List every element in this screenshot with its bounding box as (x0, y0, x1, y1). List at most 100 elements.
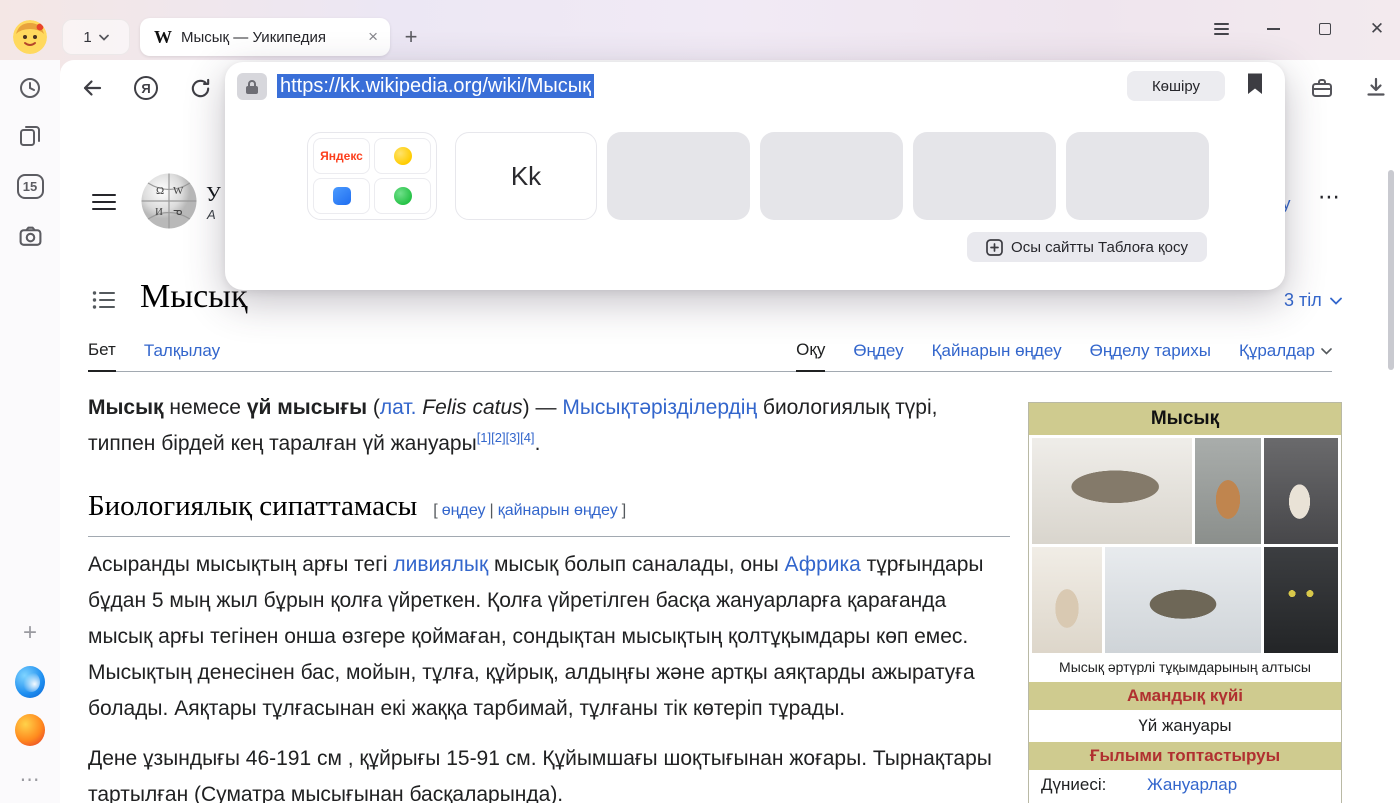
text-run: мысық болып саналады, оны (488, 553, 784, 576)
lock-icon[interactable] (237, 73, 267, 100)
cat-photo-4[interactable] (1032, 547, 1102, 653)
tablo-tile-empty-3[interactable] (913, 132, 1056, 220)
tab-talk[interactable]: Талқылау (144, 341, 220, 371)
close-button[interactable]: ✕ (1368, 20, 1386, 38)
tablo-tile-current-site[interactable]: Kk (455, 132, 597, 220)
ref-link-4[interactable]: [4] (520, 430, 534, 445)
ref-link-1[interactable]: [1] (477, 430, 491, 445)
cat-photo-1[interactable] (1032, 438, 1192, 544)
tablo-tile-empty-2[interactable] (760, 132, 903, 220)
notes-counter-value: 15 (17, 174, 44, 199)
cat-photo-6[interactable] (1264, 547, 1338, 653)
tabs-panel-icon[interactable] (15, 121, 45, 151)
tablo-tile-yandex[interactable]: Яндекс (307, 132, 437, 220)
wikipedia-logo[interactable]: Ω W И ᓀ (140, 172, 198, 230)
browser-tab-wikipedia[interactable]: W Мысық — Уикипедия × (140, 18, 390, 56)
wiki-menu-icon[interactable] (92, 194, 116, 210)
browser-menu-icon[interactable] (1212, 20, 1230, 38)
browser-window: 1 W Мысық — Уикипедия × + ✕ 1 (0, 0, 1400, 803)
kingdom-link[interactable]: Жануарлар (1147, 775, 1237, 795)
tab-edit[interactable]: Өңдеу (853, 341, 903, 371)
downloads-icon[interactable] (1362, 74, 1390, 102)
tab-read[interactable]: Оқу (796, 340, 825, 372)
url-selected-text[interactable]: https://kk.wikipedia.org/wiki/Мысық (277, 74, 594, 98)
taxonomy-label: Дүниесі: (1041, 775, 1147, 795)
browser-sidebar: 15 + ⋯ (0, 60, 60, 803)
tab-article[interactable]: Бет (88, 340, 116, 372)
header-more-icon[interactable]: ⋯ (1318, 184, 1341, 210)
section-title: Биологиялық сипаттамасы (88, 490, 417, 522)
latin-link[interactable]: лат. (380, 396, 417, 419)
svg-text:ᓀ: ᓀ (173, 206, 182, 218)
browser-topbar: 1 W Мысық — Уикипедия × + ✕ (0, 0, 1400, 60)
body-paragraph: Асыранды мысықтың арғы тегі ливиялық мыс… (88, 547, 1010, 727)
tab-close-icon[interactable]: × (366, 27, 380, 47)
messenger-service-icon[interactable] (313, 178, 370, 214)
reload-icon[interactable] (186, 74, 214, 102)
felidae-link[interactable]: Мысықтәрізділердің (562, 396, 757, 419)
tab-history[interactable]: Өңделу тарихы (1090, 341, 1211, 371)
tablo-tile-empty-1[interactable] (607, 132, 750, 220)
address-bar[interactable]: https://kk.wikipedia.org/wiki/Мысық (277, 72, 594, 100)
yandex-services-tile[interactable]: Яндекс (313, 138, 370, 174)
tablo-tile-empty-4[interactable] (1066, 132, 1209, 220)
profile-sphere-icon[interactable] (15, 715, 45, 745)
edit-source-link[interactable]: қайнарын өңдеу (498, 502, 618, 519)
tab-counter-value: 1 (83, 29, 91, 46)
language-count-label: 3 тіл (1284, 290, 1322, 311)
ref-link-2[interactable]: [2] (491, 430, 505, 445)
omnibox-dropdown: https://kk.wikipedia.org/wiki/Мысық Көші… (225, 62, 1285, 290)
wikipedia-favicon: W (154, 27, 172, 48)
yandex-search-icon[interactable]: Я (132, 74, 160, 102)
yandex-browser-icon[interactable] (15, 667, 45, 697)
tab-counter[interactable]: 1 (62, 19, 130, 55)
bookmark-icon[interactable] (1246, 72, 1264, 101)
africa-link[interactable]: Африка (785, 553, 861, 576)
screenshot-icon[interactable] (15, 221, 45, 251)
minimize-button[interactable] (1264, 20, 1282, 38)
chevron-down-icon (1330, 297, 1342, 305)
infobox-caption: Мысық әртүрлі тұқымдарының алтысы (1029, 656, 1341, 682)
tab-tools[interactable]: Құралдар (1239, 341, 1332, 371)
cat-photo-3[interactable] (1264, 438, 1338, 544)
add-to-tablo-button[interactable]: Осы сайтты Таблоға қосу (967, 232, 1207, 262)
new-tab-button[interactable]: + (398, 24, 424, 50)
libyan-cat-link[interactable]: ливиялық (393, 553, 488, 576)
sidebar-add-icon[interactable]: + (15, 618, 45, 648)
cat-photo-5[interactable] (1105, 547, 1261, 653)
page-scrollbar[interactable] (1388, 170, 1394, 370)
body-paragraph: Дене ұзындығы 46-191 см , құйрығы 15-91 … (88, 741, 1010, 803)
history-icon[interactable] (15, 73, 45, 103)
text-run: тұрғындары бұдан 5 мың жыл бұрын қолға ү… (88, 553, 984, 720)
green-service-icon[interactable] (374, 178, 431, 214)
sidebar-more-icon[interactable]: ⋯ (15, 764, 45, 794)
svg-text:W: W (173, 185, 184, 197)
back-button[interactable] (78, 74, 106, 102)
language-switcher[interactable]: 3 тіл (1284, 290, 1342, 311)
bold-term: Мысық (88, 396, 164, 419)
profile-avatar[interactable] (13, 20, 47, 54)
taxonomy-header: Ғылыми топтастыруы (1029, 742, 1341, 770)
extensions-icon[interactable] (1308, 74, 1336, 102)
intro-paragraph: Мысық немесе үй мысығы (лат. Felis catus… (88, 390, 1010, 462)
bracket: ] (622, 502, 626, 519)
text-run: немесе (164, 396, 247, 419)
yandex-wordmark: Яндекс (320, 149, 363, 163)
conservation-status-value: Үй жануары (1029, 710, 1341, 742)
page-tabs: Бет Талқылау Оқу Өңдеу Қайнарын өңдеу Өң… (88, 336, 1332, 372)
bold-term: үй мысығы (247, 396, 367, 419)
copy-url-button[interactable]: Көшіру (1127, 71, 1225, 101)
site-tile-label: Kk (511, 161, 541, 192)
smiley-service-icon[interactable] (374, 138, 431, 174)
article-body: Мысық немесе үй мысығы (лат. Felis catus… (88, 390, 1010, 803)
ref-link-3[interactable]: [3] (506, 430, 520, 445)
notes-counter-badge[interactable]: 15 (15, 171, 45, 201)
bracket: [ (433, 502, 437, 519)
maximize-button[interactable] (1316, 20, 1334, 38)
edit-link[interactable]: өңдеу (442, 502, 486, 519)
tab-edit-source[interactable]: Қайнарын өңдеу (932, 341, 1062, 371)
cat-photo-2[interactable] (1195, 438, 1261, 544)
add-tile-icon (986, 239, 1003, 256)
contents-icon[interactable] (92, 290, 116, 315)
latin-name: Felis catus (422, 396, 522, 419)
